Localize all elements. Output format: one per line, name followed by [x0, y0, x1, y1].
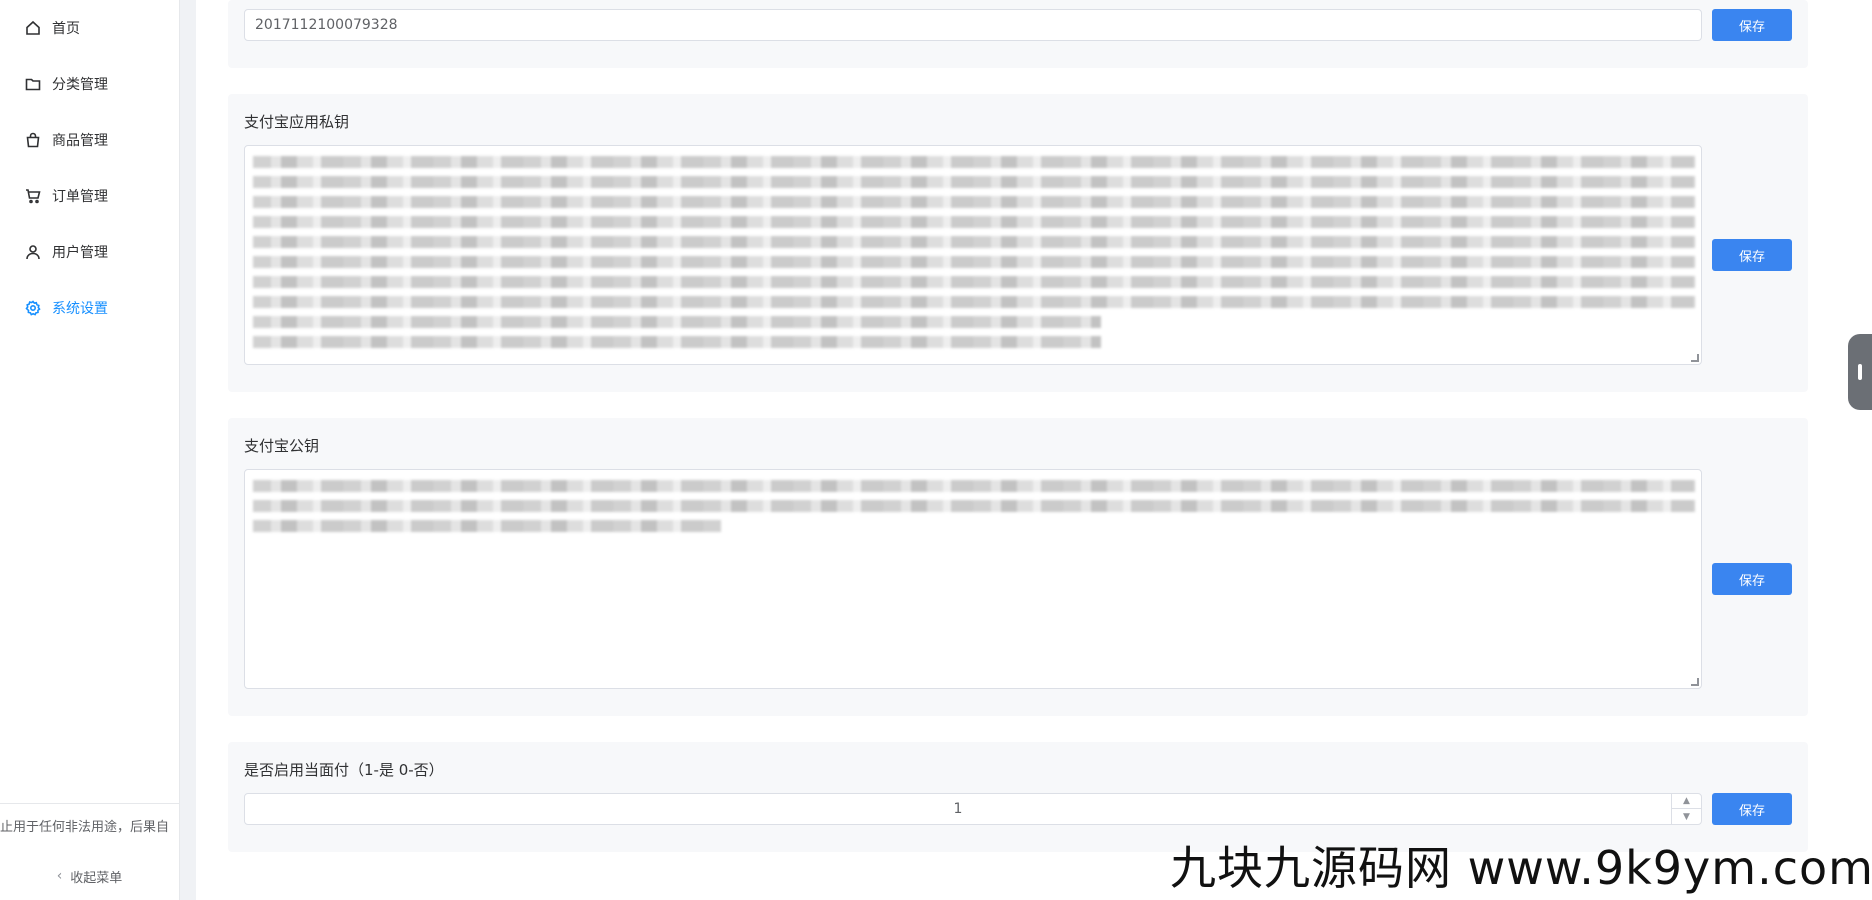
private-key-card: 支付宝应用私钥	[228, 94, 1808, 392]
scrollbar-track[interactable]	[1856, 0, 1872, 900]
redacted-text	[253, 276, 1695, 288]
increment-button[interactable]: ▲	[1671, 794, 1701, 809]
chevron-left-icon: ‹	[56, 868, 63, 884]
sidebar-notice: 止用于任何非法用途，后果自	[0, 820, 170, 835]
user-icon	[24, 243, 42, 261]
decrement-button[interactable]: ▼	[1671, 809, 1701, 824]
sidebar-item-settings[interactable]: 系统设置	[0, 288, 179, 328]
sidebar-item-label: 首页	[52, 21, 80, 37]
face-pay-value: 1	[953, 801, 963, 817]
redacted-text	[253, 196, 1695, 208]
collapse-menu-button[interactable]: ‹ 收起菜单	[0, 862, 179, 890]
sidebar-item-label: 用户管理	[52, 245, 108, 261]
chevron-up-icon: ▲	[1683, 796, 1690, 806]
scrollbar-thumb[interactable]	[1848, 334, 1872, 410]
sidebar-item-orders[interactable]: 订单管理	[0, 176, 179, 216]
redacted-text	[253, 236, 1695, 248]
redacted-text	[253, 216, 1695, 228]
public-key-textarea[interactable]	[244, 469, 1702, 689]
redacted-text	[253, 296, 1695, 308]
bag-icon	[24, 131, 42, 149]
sidebar-item-home[interactable]: 首页	[0, 8, 179, 48]
sidebar-item-category[interactable]: 分类管理	[0, 64, 179, 104]
gear-icon	[24, 299, 42, 317]
sidebar-item-goods[interactable]: 商品管理	[0, 120, 179, 160]
cart-icon	[24, 187, 42, 205]
sidebar: 首页 分类管理 商品管理 订单管理 用户管理 系统设置 止用于任何非法用途，后果…	[0, 0, 180, 900]
public-key-card: 支付宝公钥	[228, 418, 1808, 716]
sidebar-divider	[0, 803, 179, 804]
redacted-text	[253, 480, 1695, 492]
sidebar-item-label: 分类管理	[52, 77, 108, 93]
collapse-menu-label: 收起菜单	[70, 870, 123, 886]
resize-handle-icon[interactable]	[1691, 354, 1699, 362]
public-key-label: 支付宝公钥	[244, 437, 320, 455]
face-pay-label: 是否启用当面付（1-是 0-否）	[244, 761, 444, 779]
sidebar-item-label: 订单管理	[52, 189, 108, 205]
app-id-input[interactable]: 2017112100079328	[244, 9, 1702, 41]
redacted-text	[253, 316, 1101, 328]
private-key-textarea[interactable]	[244, 145, 1702, 365]
private-key-save-button[interactable]: 保存	[1712, 239, 1792, 271]
chevron-down-icon: ▼	[1683, 811, 1690, 822]
home-icon	[24, 19, 42, 37]
redacted-text	[253, 156, 1695, 168]
redacted-text	[253, 256, 1695, 268]
face-pay-save-button[interactable]: 保存	[1712, 793, 1792, 825]
redacted-text	[253, 176, 1695, 188]
sidebar-item-users[interactable]: 用户管理	[0, 232, 179, 272]
redacted-text	[253, 336, 1101, 348]
sidebar-item-label: 系统设置	[52, 301, 108, 317]
watermark: 九块九源码网 www.9k9ym.com	[1170, 841, 1872, 895]
sidebar-item-label: 商品管理	[52, 133, 108, 149]
private-key-label: 支付宝应用私钥	[244, 113, 350, 131]
face-pay-number-input[interactable]: 1 ▲ ▼	[244, 793, 1702, 825]
resize-handle-icon[interactable]	[1691, 678, 1699, 686]
redacted-text	[253, 520, 721, 532]
redacted-text	[253, 500, 1695, 512]
folder-icon	[24, 75, 42, 93]
app-id-save-button[interactable]: 保存	[1712, 9, 1792, 41]
app-id-card: 2017112100079328	[228, 0, 1808, 68]
public-key-save-button[interactable]: 保存	[1712, 563, 1792, 595]
